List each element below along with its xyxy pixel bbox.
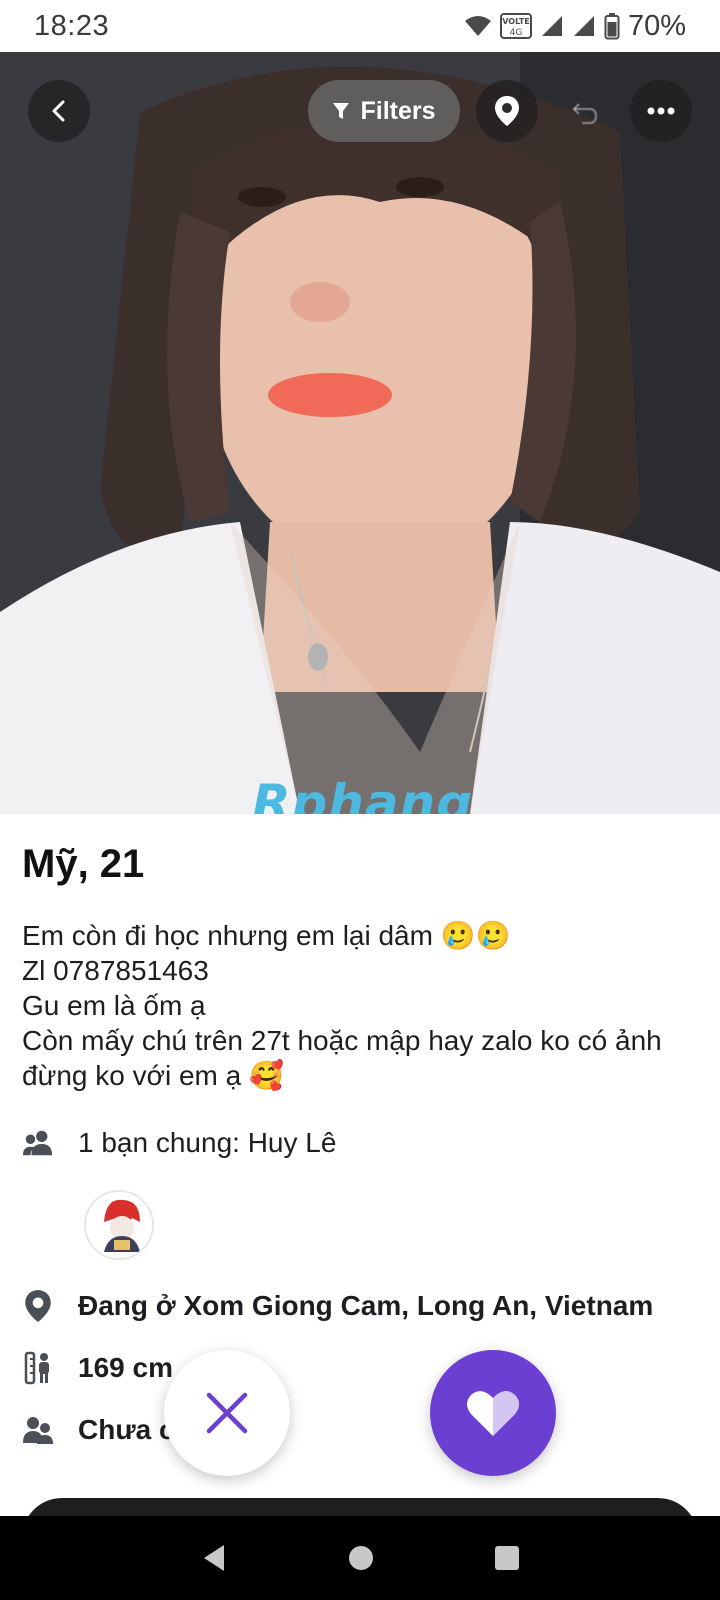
undo-icon <box>572 103 598 125</box>
relationship-text: Chưa c <box>78 1414 175 1445</box>
location-icon <box>22 1290 54 1322</box>
height-row: 169 cm <box>22 1351 173 1385</box>
heart-icon <box>467 1391 519 1436</box>
bio-line: Gu em là ốm ạ <box>22 990 206 1021</box>
location-text: Đang ở Xom Giong Cam, Long An, Vietnam <box>78 1290 654 1321</box>
nav-back-icon[interactable] <box>200 1543 228 1573</box>
bio-line: Còn mấy chú trên 27t hoặc mập hay zalo k… <box>22 1025 662 1056</box>
watermark: Rphang <box>252 774 473 814</box>
height-text: 169 cm <box>78 1352 173 1383</box>
nav-recents-icon[interactable] <box>494 1545 520 1571</box>
relationship-icon <box>22 1414 54 1446</box>
filters-button[interactable]: Filters <box>308 80 460 142</box>
more-options-button[interactable] <box>630 80 692 142</box>
portrait-illustration <box>0 52 720 814</box>
signal-icon <box>541 16 562 36</box>
status-icons: VOLTE 4G 70% <box>464 10 686 43</box>
profile-name-age: Mỹ, 21 <box>22 842 145 886</box>
volte-icon: VOLTE 4G <box>499 13 532 39</box>
bio-line: Em còn đi học nhưng em lại dâm 🥲🥲 <box>22 920 511 951</box>
location-pin-icon <box>495 96 519 126</box>
location-button[interactable] <box>476 80 538 142</box>
avatar-image <box>86 1192 152 1258</box>
profile-bio: Em còn đi học nhưng em lại dâm 🥲🥲 Zl 078… <box>22 918 712 1093</box>
undo-button[interactable] <box>554 80 616 142</box>
filters-label: Filters <box>360 96 436 125</box>
wifi-icon <box>464 16 491 36</box>
height-icon <box>22 1351 54 1385</box>
more-icon <box>647 107 675 115</box>
pass-button[interactable] <box>164 1350 290 1476</box>
back-button[interactable] <box>28 80 90 142</box>
battery-icon <box>604 13 620 40</box>
bio-line: Zl 0787851463 <box>22 955 209 986</box>
close-icon <box>206 1392 248 1434</box>
mutual-friend-avatar[interactable] <box>84 1190 154 1260</box>
mutual-friends-row[interactable]: 1 bạn chung: Huy Lê <box>22 1127 336 1159</box>
mutual-friends-text: 1 bạn chung: Huy Lê <box>78 1127 337 1158</box>
people-icon <box>22 1127 54 1159</box>
filter-icon <box>333 103 350 119</box>
location-row: Đang ở Xom Giong Cam, Long An, Vietnam <box>22 1290 653 1322</box>
bio-line: đừng ko với em ạ 🥰 <box>22 1060 284 1091</box>
svg-text:4G: 4G <box>510 28 523 38</box>
back-arrow-icon <box>52 100 65 122</box>
watermark-text: Rphang <box>252 774 474 814</box>
android-nav-bar <box>0 1516 720 1600</box>
status-bar: 18:23 VOLTE 4G 70% <box>0 0 720 52</box>
svg-text:VOLTE: VOLTE <box>502 17 530 26</box>
nav-home-icon[interactable] <box>347 1544 375 1572</box>
relationship-row: Chưa c <box>22 1414 175 1446</box>
status-time: 18:23 <box>34 9 110 42</box>
like-button[interactable] <box>430 1350 556 1476</box>
profile-photo[interactable]: Filters Rphang <box>0 52 720 814</box>
battery-percent: 70% <box>627 9 686 42</box>
signal-icon <box>573 16 594 36</box>
